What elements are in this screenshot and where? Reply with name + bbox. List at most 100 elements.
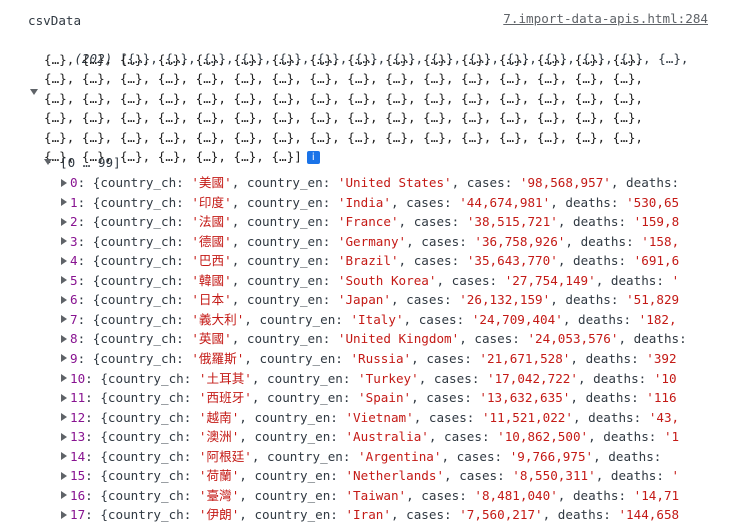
punctuation: : [322, 214, 338, 230]
row-index: 1 [70, 194, 78, 210]
info-icon[interactable]: i [306, 151, 320, 164]
punctuation: , [251, 448, 268, 464]
index-group-label[interactable]: [0 … 99] [60, 153, 121, 172]
row-index: 16 [70, 487, 86, 503]
object-row[interactable]: 2: {country_ch: '法國', country_en: 'Franc… [70, 212, 679, 231]
key-cases: cases [433, 370, 472, 386]
row-expand-caret-icon[interactable] [61, 354, 67, 363]
punctuation: , [570, 390, 586, 406]
object-row[interactable]: 4: {country_ch: '巴西', country_en: 'Brazi… [70, 251, 679, 270]
punctuation: , [239, 429, 255, 445]
punctuation: , [428, 429, 445, 445]
value-deaths: '159,8 [633, 214, 680, 230]
row-expand-caret-icon[interactable] [61, 374, 67, 382]
object-row[interactable]: 17: {country_ch: '伊朗', country_en: 'Iran… [70, 505, 679, 524]
row-expand-caret-icon[interactable] [61, 413, 67, 422]
key-deaths: deaths [572, 253, 619, 269]
object-row[interactable]: 11: {country_ch: '西班牙', country_en: 'Spa… [70, 388, 677, 407]
punctuation: , [251, 390, 268, 406]
row-expand-caret-icon[interactable] [61, 452, 67, 461]
group-caret-icon[interactable] [44, 159, 52, 165]
value-country-en: 'Taiwan' [345, 487, 407, 503]
summary-line[interactable]: {…}, {…}, {…}, {…}, {…}, {…}, {…}, {…}, … [44, 128, 643, 147]
key-country-en: country_en [246, 194, 323, 210]
object-row[interactable]: 15: {country_ch: '荷蘭', country_en: 'Neth… [70, 466, 679, 485]
object-row[interactable]: 13: {country_ch: '澳洲', country_en: 'Aust… [70, 427, 679, 446]
punctuation: : [322, 175, 338, 190]
key-cases: cases [466, 175, 505, 190]
punctuation: : [481, 429, 498, 445]
object-row[interactable]: 10: {country_ch: '土耳其', country_en: 'Tur… [70, 369, 677, 388]
summary-line[interactable]: {…}, {…}, {…}, {…}, {…}, {…}, {…}, {…}, … [44, 108, 643, 127]
object-row[interactable]: 16: {country_ch: '臺灣', country_en: 'Taiw… [70, 486, 679, 505]
punctuation: : [618, 487, 634, 503]
punctuation: , [406, 487, 422, 503]
key-deaths: deaths [603, 429, 649, 445]
row-expand-caret-icon[interactable] [61, 276, 67, 285]
value-cases: '98,568,957' [519, 175, 611, 190]
key-cases: cases [406, 292, 445, 308]
object-row[interactable]: 12: {country_ch: '越南', country_en: 'Viet… [70, 408, 679, 427]
row-expand-caret-icon[interactable] [61, 393, 67, 402]
source-location-link[interactable]: 7.import-data-apis.html:284 [503, 11, 708, 26]
row-expand-caret-icon[interactable] [61, 491, 67, 500]
object-row[interactable]: 8: {country_ch: '英國', country_en: 'Unite… [70, 329, 694, 348]
punctuation: : [322, 292, 338, 308]
value-country-en: 'Germany' [337, 233, 407, 249]
object-row[interactable]: 7: {country_ch: '義大利', country_en: 'Ital… [70, 310, 677, 329]
key-deaths: deaths [610, 272, 657, 288]
value-cases: '10,862,500' [497, 429, 589, 445]
value-deaths: '144,658 [618, 507, 680, 523]
key-country-ch: country_ch [100, 253, 177, 269]
key-deaths: deaths [610, 468, 657, 484]
row-expand-caret-icon[interactable] [61, 315, 67, 324]
row-expand-caret-icon[interactable] [61, 237, 67, 246]
object-row[interactable]: 5: {country_ch: '韓國', country_en: 'South… [70, 271, 679, 290]
summary-line[interactable]: {…}, {…}, {…}, {…}, {…}, {…}, {…}, {…}, … [44, 69, 643, 88]
object-row[interactable]: 0: {country_ch: '美國', country_en: 'Unite… [70, 173, 687, 192]
row-expand-caret-icon[interactable] [61, 510, 67, 519]
punctuation: , [618, 331, 634, 347]
object-row[interactable]: 1: {country_ch: '印度', country_en: 'India… [70, 193, 679, 212]
row-expand-caret-icon[interactable] [61, 217, 67, 226]
row-expand-caret-icon[interactable] [61, 432, 67, 441]
key-cases: cases [406, 194, 445, 210]
key-country-en: country_en [254, 429, 331, 445]
key-country-ch: country_ch [100, 350, 177, 366]
expand-collapse-caret-icon[interactable] [30, 89, 38, 95]
punctuation: , [441, 448, 457, 464]
punctuation: , [406, 233, 422, 249]
punctuation: , [231, 175, 247, 190]
row-expand-caret-icon[interactable] [61, 295, 67, 304]
row-expand-caret-icon[interactable] [61, 178, 67, 187]
row-expand-caret-icon[interactable] [61, 256, 67, 265]
value-country-en: 'Argentina' [358, 448, 442, 464]
object-row[interactable]: 14: {country_ch: '阿根廷', country_en: 'Arg… [70, 447, 669, 466]
key-cases: cases [413, 214, 452, 230]
summary-line[interactable]: {…}, {…}, {…}, {…}, {…}, {…}, {…}, {…}, … [44, 89, 643, 108]
row-index: 3 [70, 233, 78, 249]
summary-line[interactable]: {…}, {…}, {…}, {…}, {…}, {…}, {…}, {…}, … [44, 50, 643, 69]
row-expand-caret-icon[interactable] [61, 198, 67, 207]
punctuation: , [398, 253, 414, 269]
punctuation: , [557, 253, 573, 269]
value-country-en: 'Italy' [350, 311, 404, 327]
value-cases: '13,632,635' [479, 390, 571, 406]
punctuation: , [418, 370, 434, 386]
object-row[interactable]: 6: {country_ch: '日本', country_en: 'Japan… [70, 290, 679, 309]
punctuation: : [176, 175, 192, 190]
punctuation: , [459, 331, 475, 347]
value-country-en: 'Spain' [358, 390, 412, 406]
row-expand-caret-icon[interactable] [61, 334, 67, 343]
punctuation: : { [77, 331, 101, 347]
key-deaths: deaths [565, 292, 611, 308]
row-expand-caret-icon[interactable] [61, 471, 67, 480]
key-cases: cases [413, 253, 452, 269]
value-cases: '24,709,404' [471, 311, 563, 327]
object-row[interactable]: 9: {country_ch: '俄羅斯', country_en: 'Russ… [70, 349, 677, 368]
value-cases: '17,042,722' [486, 370, 578, 386]
key-country-en: country_en [246, 272, 323, 288]
object-row[interactable]: 3: {country_ch: '德國', country_en: 'Germa… [70, 232, 679, 251]
key-deaths: deaths [577, 311, 624, 327]
summary-line[interactable]: (202) [{…}, {…}, {…}, {…}, {…}, {…}, {…}… [44, 30, 688, 66]
